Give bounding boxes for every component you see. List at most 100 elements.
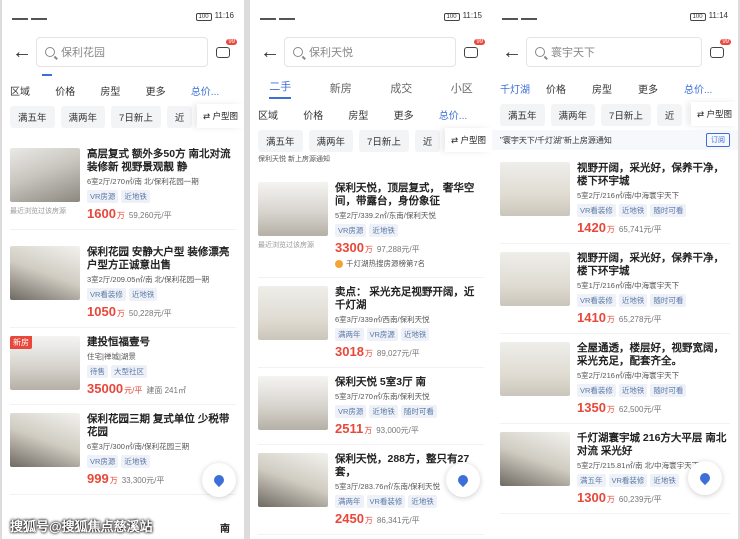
filter-more[interactable]: 更多: [146, 83, 191, 98]
listing-photo: [258, 453, 328, 507]
price: 1350: [577, 400, 606, 415]
listing-card[interactable]: 卖点： 采光充足视野开阔，近千灯湖 6室3厅/339㎡/西南/保利天悦 满两年 V…: [258, 278, 484, 368]
map-button[interactable]: [202, 463, 236, 497]
price: 2450: [335, 511, 364, 526]
tag-new-7d[interactable]: 7日新上: [601, 104, 651, 126]
message-button[interactable]: 99: [456, 37, 486, 67]
watermark: 搜狐号@搜狐焦点慈溪站: [10, 519, 153, 534]
listing-meta: 5室2厅/216㎡/南/中海寰宇天下: [577, 371, 680, 380]
chip: VR房源: [335, 224, 367, 237]
filter-total[interactable]: 总价...: [439, 107, 484, 122]
price-unit: 万: [116, 211, 125, 220]
tag-two-years[interactable]: 满两年: [308, 130, 354, 152]
tab-community[interactable]: 小区: [451, 80, 473, 96]
listing-card[interactable]: 保利花园 安静大户型 装修漂亮 户型方正诚意出售 3室2厅/209.05㎡/南 …: [10, 238, 236, 328]
chip: 近地铁: [369, 405, 398, 418]
subscribe-button[interactable]: 订阅: [706, 133, 730, 147]
search-input[interactable]: 保利天悦: [284, 37, 456, 67]
listing-card[interactable]: 新房 建投恒福壹号 住宅|禅城|湖景 待售 大型社区 35000 元/平 建面 241…: [10, 328, 236, 405]
filter-layout[interactable]: 房型: [348, 107, 393, 122]
filter-area[interactable]: 区域: [10, 83, 55, 98]
message-badge: 99: [226, 39, 237, 45]
tag-near[interactable]: 近: [656, 104, 683, 126]
search-input[interactable]: 保利花园: [36, 37, 208, 67]
chip: 待售: [87, 365, 108, 378]
map-button[interactable]: [446, 463, 480, 497]
tag-five-years[interactable]: 满五年: [258, 130, 303, 152]
chip: 随时可看: [650, 384, 687, 397]
listing-photo: [500, 342, 570, 396]
chip: 近地铁: [618, 294, 648, 307]
filter-layout[interactable]: 房型: [100, 83, 145, 98]
search-input[interactable]: 寰宇天下: [526, 37, 702, 67]
tag-two-years[interactable]: 满两年: [550, 104, 596, 126]
filter-price[interactable]: 价格: [303, 107, 348, 122]
price: 2511: [335, 421, 364, 436]
listing-title: 高层复式 额外多50方 南北对流 装修新 视野景观靓 静: [87, 148, 231, 173]
price-unit: 万: [606, 225, 615, 234]
tag-near[interactable]: 近: [166, 106, 193, 128]
map-button[interactable]: [688, 461, 722, 495]
price: 1050: [87, 304, 116, 319]
message-badge: 99: [720, 39, 731, 45]
tag-near[interactable]: 近: [414, 130, 441, 152]
filter-layout[interactable]: 房型: [592, 81, 638, 96]
listing-card[interactable]: 最近浏览过该房源 高层复式 额外多50方 南北对流 装修新 视野景观靓 静 6室…: [10, 140, 236, 230]
hot-rank: 千灯湖热搜房源榜第7名: [335, 258, 484, 269]
tag-two-years[interactable]: 满两年: [60, 106, 106, 128]
phone-screen-1: 100 11:16 ← 保利花园 99 区域 价格 房型 更多 总价... 满五年…: [2, 0, 244, 539]
listing-card[interactable]: 保利天悦 5室3厅 南 5室3厅/270㎡/东南/保利天悦 VR房源 近地铁 随时可…: [258, 368, 484, 445]
chip: 满五年: [577, 474, 606, 487]
listing-card[interactable]: 视野开阔，采光好，保养干净，楼下环宇城 5室1厅/216㎡/南/中海寰宇天下 V…: [500, 244, 730, 334]
floorplan-button[interactable]: ⇄ 户型图: [445, 128, 492, 152]
tag-five-years[interactable]: 满五年: [10, 106, 55, 128]
phone-screen-2: 100 11:15 ← 保利天悦 99 二手 新房 成交 小区 区域 价格 房型 …: [250, 0, 492, 539]
message-badge: 99: [474, 39, 485, 45]
floorplan-button[interactable]: ⇄ 户型图: [197, 104, 244, 128]
chip: 近地铁: [369, 224, 398, 237]
filter-bar: 千灯湖 价格 房型 更多 总价...: [492, 74, 738, 102]
tab-new-house[interactable]: 新房: [330, 80, 352, 96]
filter-area[interactable]: 千灯湖: [500, 81, 546, 96]
listing-meta: 5室3厅/270㎡/东南/保利天悦: [335, 392, 430, 401]
filter-price[interactable]: 价格: [546, 81, 592, 96]
new-house-badge: 新房: [10, 336, 32, 349]
filter-total[interactable]: 总价...: [191, 83, 236, 98]
listing-card[interactable]: 最近浏览过该房源 保利天悦，顶层复式， 奢华空间，带露台，身份象征 5室2厅/3…: [258, 174, 484, 278]
chip: VR房源: [87, 190, 119, 203]
tag-new-7d[interactable]: 7日新上: [111, 106, 161, 128]
price-unit: 万: [364, 349, 373, 358]
price-unit: 万: [606, 495, 615, 504]
tag-new-7d[interactable]: 7日新上: [359, 130, 409, 152]
battery-icon: 100: [443, 13, 460, 21]
floorplan-button[interactable]: ⇄ 户型图: [691, 102, 738, 126]
filter-area[interactable]: 区域: [258, 107, 303, 122]
listing-card[interactable]: 全屋通透，楼层好，视野宽阔，采光充足，配套齐全。 5室2厅/216㎡/南/中海寰…: [500, 334, 730, 424]
message-button[interactable]: 99: [702, 37, 732, 67]
chip: VR房源: [335, 405, 367, 418]
chip: 大型社区: [111, 365, 147, 378]
tab-second-hand[interactable]: 二手: [269, 78, 292, 99]
tab-deals[interactable]: 成交: [390, 80, 412, 96]
listing-photo: 新房: [10, 336, 80, 390]
listing-photo: [10, 148, 80, 202]
listing-photo: [10, 413, 80, 467]
chip: VR房源: [366, 328, 398, 341]
filter-more[interactable]: 更多: [638, 81, 684, 96]
tag-five-years[interactable]: 满五年: [500, 104, 545, 126]
back-arrow-icon[interactable]: ←: [8, 41, 36, 64]
filter-price[interactable]: 价格: [55, 83, 100, 98]
unit-price: 93,000元/平: [376, 426, 419, 435]
price: 35000: [87, 381, 124, 396]
chip: VR看装修: [577, 204, 616, 217]
chip: VR看装修: [87, 288, 126, 301]
clock: 11:15: [462, 11, 482, 20]
listing-card[interactable]: 视野开阔，采光好，保养干净，楼下环宇城 5室2厅/216㎡/南/中海寰宇天下 V…: [500, 154, 730, 244]
back-arrow-icon[interactable]: ←: [256, 41, 284, 64]
message-button[interactable]: 99: [208, 37, 238, 67]
filter-total[interactable]: 总价...: [684, 81, 730, 96]
listing-meta: 6室2厅/270㎡/南 北/保利花园一期: [87, 177, 199, 186]
back-arrow-icon[interactable]: ←: [498, 41, 526, 64]
signal-icon: [12, 13, 28, 20]
filter-more[interactable]: 更多: [394, 107, 439, 122]
